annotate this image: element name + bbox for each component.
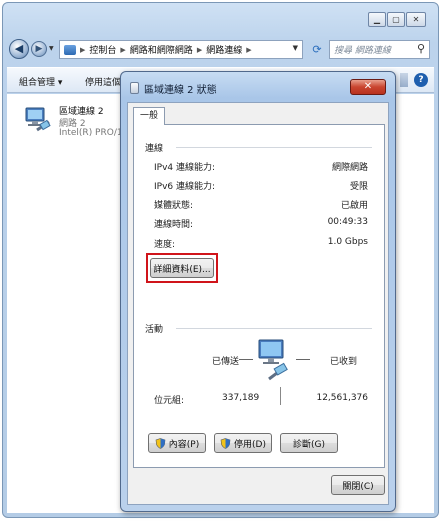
history-dropdown-icon[interactable]: ▼ <box>49 45 54 52</box>
ipv6-value: 受限 <box>349 182 368 192</box>
uac-shield-icon <box>155 437 166 449</box>
bytes-received-value: 12,561,376 <box>316 393 368 403</box>
media-state-value: 已啟用 <box>340 201 368 211</box>
control-panel-icon <box>64 44 76 55</box>
group-divider <box>176 147 372 148</box>
dialog-body: 一般 連線 IPv4 連線能力: 網際網路 IPv6 連線能力: 受限 媒體狀態… <box>127 102 389 505</box>
properties-button[interactable]: 內容(P) <box>148 433 206 453</box>
details-button[interactable]: 詳細資料(E)... <box>150 258 214 278</box>
ipv6-label: IPv6 連線能力: <box>154 182 216 192</box>
received-line <box>296 359 310 360</box>
refresh-icon[interactable]: ⟳ <box>309 42 325 57</box>
group-divider <box>176 328 372 329</box>
status-dialog: 區域連線 2 狀態 ✕ 一般 連線 IPv4 連線能力: 網際網路 IPv6 連… <box>120 71 396 512</box>
maximize-button[interactable]: ▢ <box>387 12 405 27</box>
bytes-label: 位元組: <box>154 396 185 406</box>
chevron-right-icon[interactable]: ▶ <box>120 46 125 54</box>
ipv4-value: 網際網路 <box>331 163 368 173</box>
dialog-title: 區域連線 2 狀態 <box>144 85 217 96</box>
toolbar-overflow[interactable] <box>400 73 408 87</box>
network-adapter-icon <box>25 107 51 132</box>
disable-button[interactable]: 停用(D) <box>214 433 272 453</box>
activity-group-label: 活動 <box>145 325 164 335</box>
window-caption-buttons: ▁ ▢ ✕ <box>368 12 426 27</box>
connection-group-label: 連線 <box>145 144 164 154</box>
duration-value: 00:49:33 <box>327 217 368 227</box>
search-icon[interactable]: ⚲ <box>417 42 425 55</box>
minimize-button[interactable]: ▁ <box>368 12 386 27</box>
received-label: 已收到 <box>330 357 358 367</box>
close-button[interactable]: 關閉(C) <box>331 475 385 495</box>
properties-label: 內容(P) <box>168 439 200 450</box>
search-placeholder: 搜尋 網路連線 <box>334 46 391 56</box>
dialog-icon <box>130 82 139 94</box>
bytes-sent-value: 337,189 <box>222 393 260 403</box>
breadcrumb-network-internet[interactable]: 網路和網際網路 <box>130 43 193 56</box>
back-button[interactable]: ◀ <box>9 39 29 59</box>
help-icon[interactable]: ? <box>414 73 428 87</box>
breadcrumb-network-connections[interactable]: 網路連線 <box>206 43 242 56</box>
window-close-button[interactable]: ✕ <box>406 12 426 27</box>
diagnose-button[interactable]: 診斷(G) <box>280 433 338 453</box>
chevron-right-icon[interactable]: ▶ <box>197 46 202 54</box>
speed-label: 速度: <box>154 240 176 250</box>
address-dropdown-icon[interactable]: ▼ <box>293 44 298 52</box>
chevron-right-icon[interactable]: ▶ <box>80 46 85 54</box>
address-row: ◀ ▶ ▼ ▶ 控制台 ▶ 網路和網際網路 ▶ 網路連線 ▶ ▼ ⟳ 搜尋 網路… <box>9 39 430 61</box>
search-input[interactable]: 搜尋 網路連線 ⚲ <box>329 40 430 59</box>
dialog-close-button[interactable]: ✕ <box>350 79 386 95</box>
speed-value: 1.0 Gbps <box>327 237 368 247</box>
media-state-label: 媒體狀態: <box>154 201 194 211</box>
tab-general[interactable]: 一般 <box>133 107 165 125</box>
sent-label: 已傳送 <box>212 357 240 367</box>
organize-menu[interactable]: 組合管理 ▾ <box>19 75 62 88</box>
chevron-right-icon[interactable]: ▶ <box>246 46 251 54</box>
forward-button[interactable]: ▶ <box>31 41 47 57</box>
uac-shield-icon <box>220 437 231 449</box>
ipv4-label: IPv4 連線能力: <box>154 163 216 173</box>
network-activity-icon <box>258 339 288 381</box>
bytes-separator <box>280 387 281 405</box>
address-bar[interactable]: ▶ 控制台 ▶ 網路和網際網路 ▶ 網路連線 ▶ ▼ <box>59 40 303 59</box>
general-tab-panel: 連線 IPv4 連線能力: 網際網路 IPv6 連線能力: 受限 媒體狀態: 已… <box>133 124 385 468</box>
breadcrumb-control-panel[interactable]: 控制台 <box>89 43 116 56</box>
disable-label: 停用(D) <box>234 439 266 450</box>
duration-label: 連線時間: <box>154 220 194 230</box>
sent-line <box>239 359 253 360</box>
